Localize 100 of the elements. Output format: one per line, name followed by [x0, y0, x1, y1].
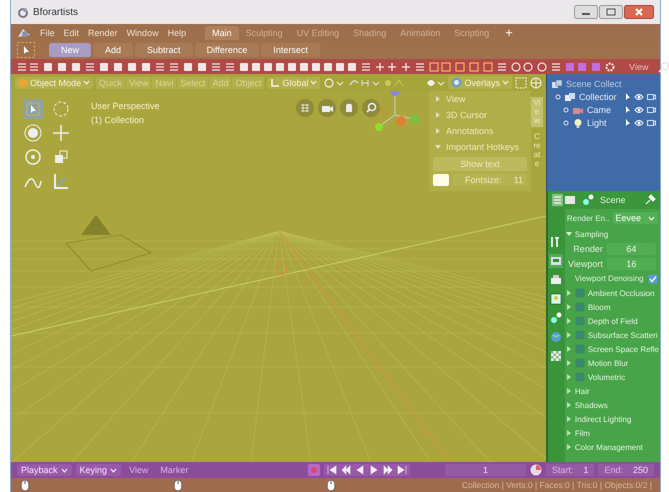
lines-icon[interactable]	[169, 62, 179, 72]
panel-header[interactable]: 3D Cursor	[429, 107, 531, 123]
circle-icon[interactable]	[523, 62, 533, 72]
camera-icon[interactable]	[647, 118, 656, 126]
panel-header[interactable]: Depth of Field	[564, 314, 660, 328]
lines-icon[interactable]	[225, 62, 235, 72]
square-icon[interactable]	[239, 62, 249, 72]
play-button[interactable]	[369, 465, 380, 475]
menu-item[interactable]: Select	[177, 76, 208, 88]
menu-item[interactable]: Marker	[156, 464, 192, 476]
sidebar-tab[interactable]: View	[531, 97, 543, 128]
outliner-item[interactable]: Light	[587, 118, 607, 128]
unchecked-checkbox[interactable]	[574, 316, 585, 326]
workspace-tab[interactable]: Scripting	[447, 26, 496, 40]
cross-icon[interactable]	[375, 62, 385, 72]
clock-icon[interactable]	[530, 464, 542, 476]
menu-item[interactable]: Quick	[96, 76, 126, 88]
unchecked-checkbox[interactable]	[574, 302, 585, 312]
square-icon[interactable]	[113, 62, 123, 72]
checker-icon[interactable]	[549, 349, 564, 363]
view-menu[interactable]: View	[629, 62, 648, 72]
select-box-tool[interactable]	[23, 99, 43, 119]
dropdown-menu[interactable]: Keying	[76, 464, 122, 476]
maximize-button[interactable]	[599, 5, 623, 19]
square-icon[interactable]	[275, 62, 285, 72]
panel-header[interactable]: Screen Space Refle	[564, 342, 660, 356]
square-icon[interactable]	[99, 62, 109, 72]
eye-icon[interactable]	[634, 92, 644, 100]
lines-icon[interactable]	[211, 62, 221, 72]
square-icon[interactable]	[335, 62, 345, 72]
panel-header[interactable]: Annotations	[429, 123, 531, 139]
square-icon[interactable]	[71, 62, 81, 72]
fast-forward-button[interactable]	[383, 465, 394, 475]
overlays-dropdown[interactable]: Overlays	[448, 76, 512, 89]
list-view-icon[interactable]	[552, 194, 576, 206]
current-frame-field[interactable]: 1	[445, 464, 526, 476]
end-frame-field[interactable]: End: 250	[598, 464, 654, 476]
outliner-item[interactable]: Came	[587, 104, 612, 114]
play-reverse-button[interactable]	[355, 465, 366, 475]
checked-checkbox[interactable]	[648, 274, 658, 284]
unchecked-checkbox[interactable]	[574, 358, 585, 368]
scene-icon[interactable]	[549, 311, 564, 325]
square-icon[interactable]	[183, 62, 193, 72]
workspace-tab[interactable]: Main	[205, 26, 239, 40]
measure-tool[interactable]	[51, 171, 71, 191]
panel-header[interactable]: Subsurface Scatteri	[564, 328, 660, 342]
move-arrows-tool[interactable]	[51, 123, 71, 143]
boolean-button[interactable]: New	[49, 43, 92, 57]
square-icon[interactable]	[323, 62, 333, 72]
workspace-tab[interactable]: Animation	[393, 26, 448, 40]
square-icon[interactable]	[429, 62, 439, 72]
menu-item[interactable]: Navi	[152, 76, 176, 88]
square-icon[interactable]	[441, 62, 451, 72]
menu-item[interactable]: Render	[88, 28, 118, 38]
select-box-icon[interactable]	[17, 42, 35, 58]
square-icon[interactable]	[483, 62, 493, 72]
globe-icon[interactable]	[549, 330, 564, 344]
boolean-button[interactable]: Intersect	[261, 43, 320, 57]
lines-icon[interactable]	[29, 62, 39, 72]
square-icon[interactable]	[347, 62, 357, 72]
fontsize-field[interactable]: Fontsize: 11	[453, 174, 527, 186]
panel-header[interactable]: Shadows	[564, 398, 660, 412]
unchecked-checkbox[interactable]	[574, 288, 585, 298]
square-icon[interactable]	[311, 62, 321, 72]
rewind-button[interactable]	[341, 465, 352, 475]
color-swatch[interactable]	[433, 174, 449, 186]
panel-header[interactable]: Bloom	[564, 300, 660, 314]
outliner-item[interactable]: Scene Collect	[566, 78, 622, 88]
boolean-button[interactable]: Difference	[194, 43, 260, 57]
panel-header[interactable]: Color Management	[564, 440, 660, 454]
zoom-button[interactable]	[362, 99, 380, 117]
menu-item[interactable]: Add	[209, 76, 232, 88]
unchecked-checkbox[interactable]	[574, 344, 585, 354]
gear-icon[interactable]	[605, 62, 615, 72]
dropdown-menu[interactable]: Playback	[17, 464, 72, 476]
search-icon[interactable]	[658, 60, 669, 72]
number-field[interactable]: 16	[606, 258, 656, 270]
panel-header[interactable]: Important Hotkeys	[429, 139, 531, 155]
square-icon[interactable]	[469, 62, 479, 72]
panel-header[interactable]: Ambient Occlusion	[564, 286, 660, 300]
square-icon[interactable]	[141, 62, 151, 72]
number-field[interactable]: 64	[606, 242, 656, 254]
lines-icon[interactable]	[497, 62, 507, 72]
panel-header[interactable]: Indirect Lighting	[564, 412, 660, 426]
menu-item[interactable]: Object	[232, 76, 264, 88]
square-icon[interactable]	[263, 62, 273, 72]
minimize-button[interactable]	[574, 5, 598, 19]
add-workspace-button[interactable]: +	[505, 26, 513, 39]
jump-start-button[interactable]	[327, 465, 338, 475]
globe-icon[interactable]	[530, 76, 542, 88]
lines-icon[interactable]	[155, 62, 165, 72]
square-icon[interactable]	[251, 62, 261, 72]
square-icon[interactable]	[127, 62, 137, 72]
panel-header[interactable]: Hair	[564, 384, 660, 398]
circle-icon[interactable]	[511, 62, 521, 72]
square-icon[interactable]	[197, 62, 207, 72]
grid-view-button[interactable]	[296, 99, 314, 117]
panel-header[interactable]: Motion Blur	[564, 356, 660, 370]
lines-icon[interactable]	[415, 62, 425, 72]
lines-icon[interactable]	[361, 62, 371, 72]
